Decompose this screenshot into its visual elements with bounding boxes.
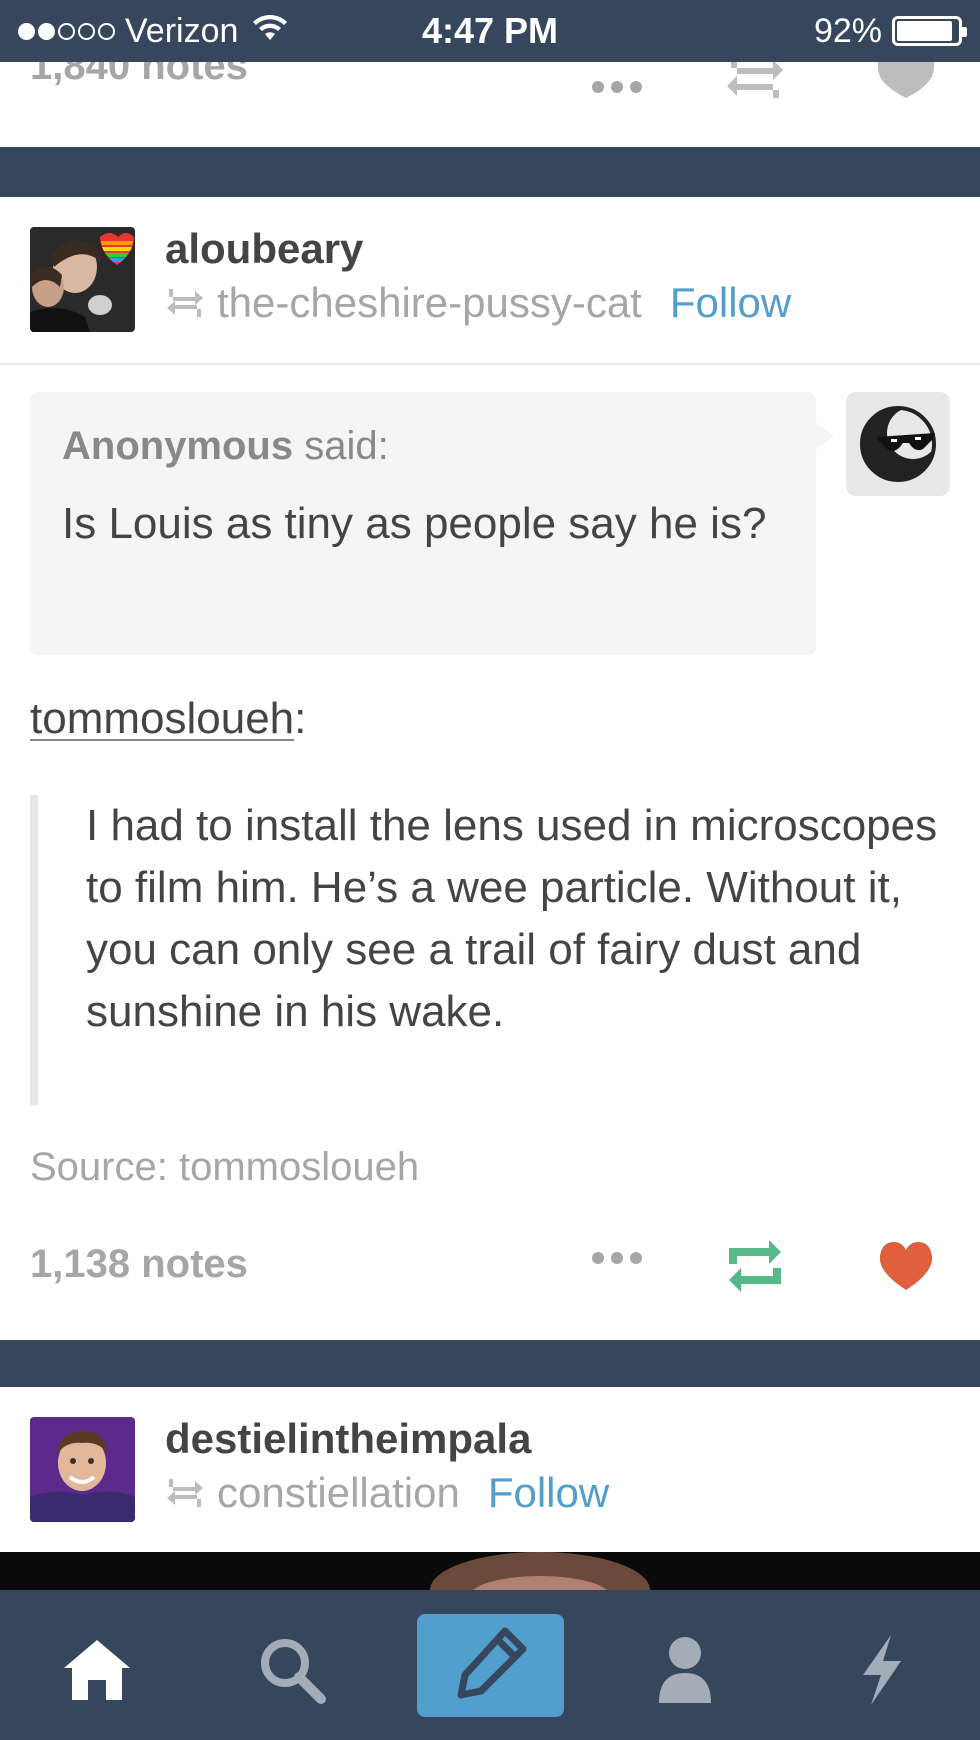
more-dots-icon[interactable]: [590, 62, 644, 104]
asker-said: said:: [304, 424, 389, 468]
next-post-header: destielintheimpala constiellation Follow: [0, 1387, 980, 1552]
follow-button[interactable]: Follow: [488, 1469, 609, 1517]
pencil-icon: [453, 1625, 529, 1706]
ask-box: Anonymous said: Is Louis as tiny as peop…: [30, 392, 834, 655]
post-username[interactable]: aloubeary: [165, 225, 363, 273]
reblog-icon[interactable]: [725, 1238, 785, 1299]
answerer-colon: :: [294, 694, 307, 743]
account-icon[interactable]: [635, 1630, 735, 1710]
status-bar: Verizon 4:47 PM 92%: [0, 0, 980, 62]
reblog-small-icon: [165, 279, 205, 327]
heart-icon[interactable]: [878, 62, 934, 103]
follow-button[interactable]: Follow: [670, 279, 791, 327]
post-username[interactable]: destielintheimpala: [165, 1415, 531, 1463]
ask-question: Is Louis as tiny as people say he is?: [62, 499, 767, 548]
more-dots-icon[interactable]: [590, 1250, 644, 1271]
asker-line: Anonymous said:: [62, 424, 784, 469]
avatar[interactable]: [30, 1417, 135, 1522]
post-image[interactable]: [0, 1552, 980, 1590]
reblog-source-line: constiellation Follow: [165, 1469, 609, 1517]
battery-percent: 92%: [813, 11, 882, 50]
answerer-line: tommosloueh:: [30, 694, 306, 744]
answer-blockquote: I had to install the lens used in micros…: [30, 795, 950, 1105]
reblog-small-icon: [165, 1469, 205, 1517]
reblog-icon[interactable]: [725, 62, 785, 103]
activity-icon[interactable]: [832, 1630, 932, 1710]
post-footer: 1,138 notes: [0, 1220, 980, 1320]
reblogged-from-link[interactable]: constiellation: [217, 1469, 460, 1517]
anonymous-avatar-icon: [846, 392, 950, 496]
post-divider: [0, 1340, 980, 1387]
home-icon[interactable]: [47, 1630, 147, 1710]
previous-post-footer: 1,840 notes: [0, 62, 980, 147]
notes-count[interactable]: 1,840 notes: [30, 62, 248, 89]
compose-button[interactable]: [417, 1614, 564, 1717]
bottom-nav: [0, 1590, 980, 1740]
answerer-link[interactable]: tommosloueh: [30, 694, 294, 743]
heart-icon[interactable]: [878, 1240, 934, 1297]
avatar[interactable]: [30, 227, 135, 332]
reblog-source-line: the-cheshire-pussy-cat Follow: [165, 279, 791, 327]
battery-icon: [892, 16, 967, 46]
post-divider: [0, 147, 980, 197]
post-source[interactable]: Source: tommosloueh: [30, 1145, 419, 1190]
notes-count[interactable]: 1,138 notes: [30, 1242, 248, 1287]
post-header: aloubeary the-cheshire-pussy-cat Follow: [0, 197, 980, 365]
asker-name: Anonymous: [62, 424, 294, 468]
search-icon[interactable]: [242, 1630, 342, 1710]
reblogged-from-link[interactable]: the-cheshire-pussy-cat: [217, 279, 642, 327]
